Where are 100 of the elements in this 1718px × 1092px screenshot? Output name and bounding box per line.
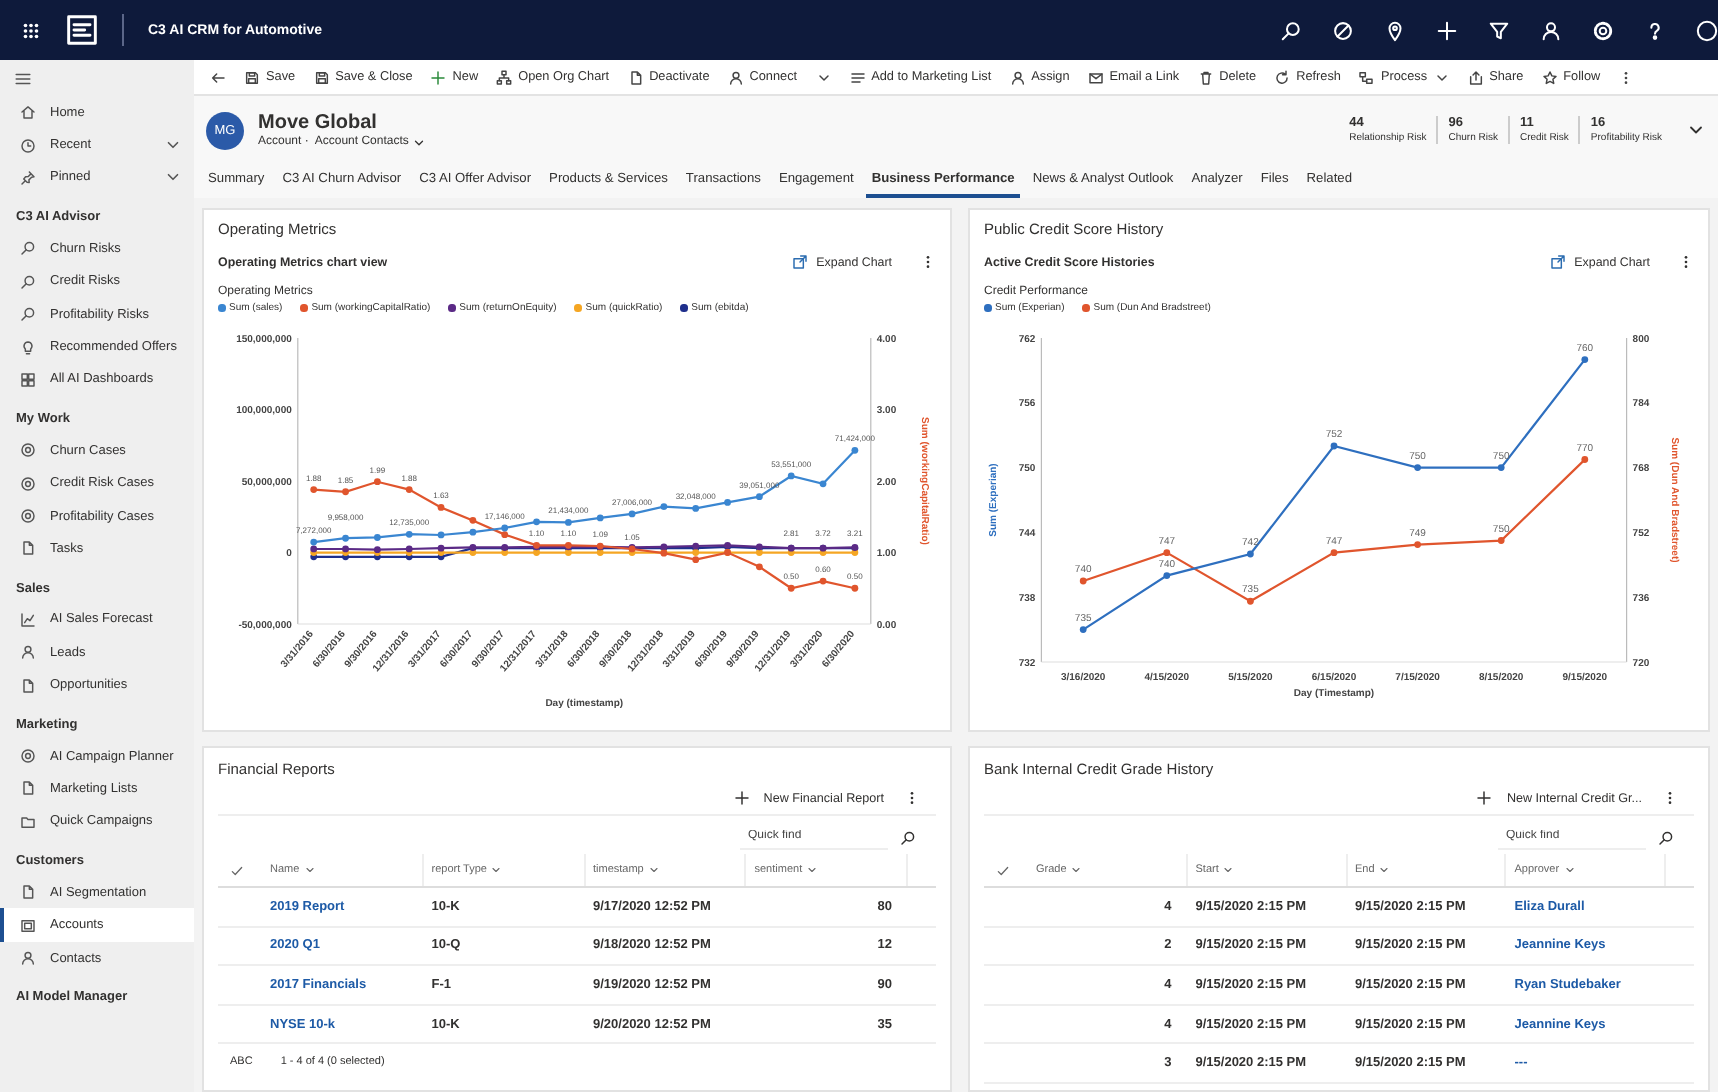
envelope-icon bbox=[1087, 69, 1104, 85]
data-point bbox=[1163, 572, 1171, 579]
plus-icon bbox=[733, 790, 750, 806]
chevron-down-icon bbox=[1433, 69, 1450, 85]
data-point bbox=[787, 584, 795, 592]
data-point bbox=[787, 472, 795, 480]
data-point bbox=[1330, 549, 1338, 557]
data-point bbox=[437, 531, 445, 539]
menu-icon[interactable] bbox=[14, 70, 32, 88]
star-icon bbox=[1541, 69, 1558, 85]
search-icon[interactable] bbox=[1280, 19, 1302, 41]
data-point bbox=[469, 528, 477, 536]
expand-icon bbox=[792, 254, 809, 270]
card-icon bbox=[20, 917, 36, 934]
chevron-down-icon bbox=[303, 864, 316, 876]
data-point bbox=[819, 480, 827, 488]
data-point bbox=[437, 504, 445, 511]
data-point bbox=[469, 516, 477, 524]
clock-icon bbox=[20, 137, 36, 154]
help-icon[interactable] bbox=[1644, 19, 1666, 41]
plus-icon bbox=[430, 69, 447, 85]
search-icon bbox=[20, 273, 36, 290]
data-point bbox=[1079, 626, 1087, 633]
circle-slash-icon[interactable] bbox=[1332, 19, 1354, 41]
chevron-down-icon bbox=[815, 69, 832, 85]
trash-icon bbox=[1197, 69, 1214, 85]
data-point bbox=[851, 584, 859, 592]
data-point bbox=[724, 499, 731, 506]
record-title: Move Global bbox=[258, 111, 379, 133]
check-icon[interactable] bbox=[230, 863, 244, 877]
data-point bbox=[1247, 550, 1254, 558]
filter-icon[interactable] bbox=[1488, 19, 1510, 41]
data-point bbox=[1581, 456, 1589, 463]
data-point bbox=[756, 563, 763, 571]
share-icon bbox=[1467, 69, 1484, 85]
target-icon bbox=[20, 748, 36, 765]
waffle-icon[interactable] bbox=[20, 19, 42, 41]
location-pin-icon[interactable] bbox=[1384, 19, 1406, 41]
data-point bbox=[756, 493, 763, 501]
plus-icon[interactable] bbox=[1436, 19, 1458, 41]
search-icon[interactable] bbox=[900, 829, 916, 845]
data-point bbox=[405, 486, 413, 493]
data-point bbox=[1497, 464, 1505, 471]
data-point bbox=[374, 478, 381, 486]
person-icon bbox=[20, 644, 36, 661]
expand-icon bbox=[1550, 254, 1567, 270]
chevron-down-icon bbox=[647, 864, 660, 876]
data-point bbox=[660, 503, 668, 511]
data-point bbox=[692, 505, 700, 512]
data-point bbox=[1414, 464, 1421, 471]
person-icon bbox=[1009, 69, 1026, 85]
settings-icon[interactable] bbox=[1592, 19, 1614, 41]
data-point bbox=[342, 488, 349, 496]
flow-icon bbox=[1358, 69, 1375, 85]
pushpin-icon bbox=[20, 169, 36, 186]
chevron-down-icon bbox=[806, 864, 819, 876]
data-point bbox=[1247, 597, 1254, 605]
search-icon bbox=[20, 240, 36, 257]
hierarchy-icon bbox=[496, 69, 513, 85]
data-point bbox=[1330, 442, 1338, 450]
data-point bbox=[596, 514, 604, 522]
data-point bbox=[1163, 549, 1171, 557]
data-point bbox=[533, 518, 540, 526]
person-icon bbox=[727, 69, 744, 85]
data-point bbox=[1079, 577, 1087, 585]
search-icon bbox=[20, 306, 36, 323]
check-icon[interactable] bbox=[996, 863, 1010, 877]
document-icon bbox=[20, 780, 36, 797]
person-icon[interactable] bbox=[1540, 19, 1562, 41]
data-point bbox=[819, 577, 827, 585]
data-point bbox=[851, 446, 859, 454]
bulb-icon bbox=[20, 339, 36, 356]
person-icon bbox=[20, 950, 36, 966]
data-point bbox=[405, 530, 413, 538]
data-point bbox=[310, 486, 318, 493]
data-point bbox=[1581, 356, 1589, 363]
dashboard-icon bbox=[20, 371, 36, 388]
document-icon bbox=[20, 677, 36, 694]
chevron-down-icon bbox=[1378, 864, 1391, 876]
chevron-down-icon bbox=[1563, 864, 1576, 876]
data-point bbox=[1497, 537, 1505, 544]
document-icon bbox=[20, 884, 36, 901]
folder-icon bbox=[20, 813, 36, 830]
data-point bbox=[374, 534, 381, 541]
avatar-icon[interactable] bbox=[1696, 19, 1718, 41]
data-point bbox=[342, 534, 349, 542]
house-icon bbox=[20, 104, 36, 121]
list-icon bbox=[849, 69, 866, 85]
document-icon bbox=[20, 540, 36, 557]
search-icon[interactable] bbox=[1658, 829, 1674, 845]
chevron-down-icon bbox=[1222, 864, 1235, 876]
document-icon bbox=[627, 69, 644, 85]
back-arrow-icon bbox=[210, 69, 226, 85]
plus-icon bbox=[1476, 790, 1493, 806]
chevron-down-icon bbox=[412, 135, 427, 149]
chart-icon bbox=[20, 611, 36, 628]
logo-icon[interactable] bbox=[66, 14, 98, 46]
data-point bbox=[628, 510, 636, 518]
chevron-down-icon bbox=[1070, 864, 1083, 876]
chevron-down-icon bbox=[490, 864, 503, 876]
